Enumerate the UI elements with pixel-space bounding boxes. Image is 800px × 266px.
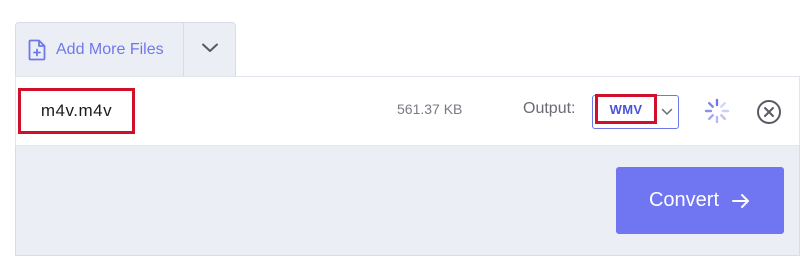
output-format-value: WMV [609,101,643,117]
file-name: m4v.m4v [40,101,113,120]
output-label: Output: [523,100,576,117]
close-circle-icon [756,100,782,129]
chevron-down-icon [201,41,219,59]
add-more-files-button[interactable]: Add More Files [16,23,184,76]
file-plus-icon [26,38,48,62]
output-format-highlight: WMV [595,94,657,124]
convert-button[interactable]: Convert [616,167,784,234]
loading-spinner-icon [704,98,730,124]
file-toolbar: Add More Files [15,22,236,76]
chevron-down-icon [661,108,673,116]
file-list-row: m4v.m4v 561.37 KB Output: WMV [15,76,800,146]
remove-file-button[interactable] [756,99,782,125]
add-more-files-label: Add More Files [56,40,164,58]
file-size: 561.37 KB [397,101,463,117]
add-files-dropdown-button[interactable] [184,23,235,76]
convert-panel: Convert [15,146,800,256]
output-format-select[interactable]: WMV [592,94,679,129]
file-name-highlight: m4v.m4v [18,88,135,134]
arrow-right-icon [731,192,751,210]
convert-label: Convert [648,189,720,211]
